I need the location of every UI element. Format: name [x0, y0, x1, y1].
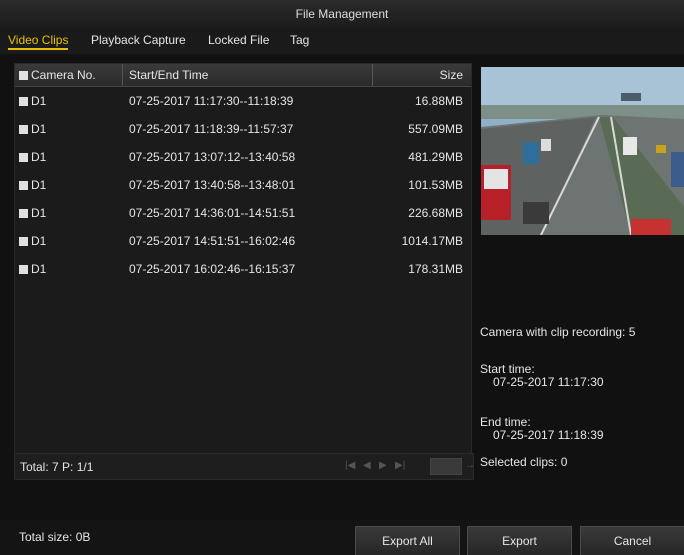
table-row[interactable]: D1 07-25-2017 13:40:58--13:48:01 101.53M…: [15, 171, 471, 199]
end-time-label: End time:: [480, 415, 531, 429]
table-row[interactable]: D1 07-25-2017 13:07:12--13:40:58 481.29M…: [15, 143, 471, 171]
table-row[interactable]: D1 07-25-2017 11:17:30--11:18:39 16.88MB: [15, 87, 471, 115]
row-size: 1014.17MB: [401, 234, 463, 248]
row-size: 481.29MB: [408, 150, 463, 164]
pagination-bar: Total: 7 P: 1/1 |◀ ◀ ▶ ▶| →: [14, 453, 475, 480]
header-divider: [122, 64, 123, 86]
next-page-icon[interactable]: ▶: [379, 460, 387, 471]
export-all-button[interactable]: Export All: [355, 526, 460, 555]
selected-clips: Selected clips: 0: [480, 455, 568, 469]
camera-label: D1: [31, 206, 47, 220]
clip-preview-image: [481, 67, 684, 235]
camera-label: D1: [31, 234, 47, 248]
tab-tag[interactable]: Tag: [290, 33, 309, 47]
header-camera-label: Camera No.: [31, 68, 96, 82]
row-size: 226.68MB: [408, 206, 463, 220]
start-time-label: Start time:: [480, 362, 535, 376]
row-camera: D1: [19, 178, 46, 192]
row-checkbox[interactable]: [19, 125, 28, 134]
row-size: 178.31MB: [408, 262, 463, 276]
row-checkbox[interactable]: [19, 265, 28, 274]
row-camera: D1: [19, 234, 46, 248]
row-size: 557.09MB: [408, 122, 463, 136]
highway-thumbnail: [481, 67, 684, 235]
row-camera: D1: [19, 262, 46, 276]
end-time-value: 07-25-2017 11:18:39: [493, 428, 604, 442]
row-time: 07-25-2017 11:17:30--11:18:39: [129, 94, 294, 108]
row-camera: D1: [19, 122, 46, 136]
camera-label: D1: [31, 150, 47, 164]
row-size: 101.53MB: [408, 178, 463, 192]
row-time: 07-25-2017 14:36:01--14:51:51: [129, 206, 296, 220]
go-page-icon[interactable]: →: [465, 460, 475, 471]
prev-page-icon[interactable]: ◀: [363, 460, 371, 471]
clip-table: Camera No. Start/End Time Size D1 07-25-…: [14, 63, 472, 455]
table-row[interactable]: D1 07-25-2017 16:02:46--16:15:37 178.31M…: [15, 255, 471, 283]
tab-bar: Video Clips Playback Capture Locked File…: [0, 28, 684, 54]
camera-label: D1: [31, 178, 47, 192]
tab-locked-file[interactable]: Locked File: [208, 33, 269, 47]
first-page-icon[interactable]: |◀: [345, 460, 355, 471]
header-time: Start/End Time: [129, 68, 209, 82]
camera-label: D1: [31, 122, 47, 136]
tab-video-clips[interactable]: Video Clips: [8, 33, 69, 50]
camera-label: D1: [31, 94, 47, 108]
row-time: 07-25-2017 13:07:12--13:40:58: [129, 150, 296, 164]
select-all-checkbox[interactable]: [19, 71, 28, 80]
tab-playback-capture[interactable]: Playback Capture: [91, 33, 186, 47]
table-row[interactable]: D1 07-25-2017 14:51:51--16:02:46 1014.17…: [15, 227, 471, 255]
row-time: 07-25-2017 13:40:58--13:48:01: [129, 178, 296, 192]
row-camera: D1: [19, 150, 46, 164]
row-checkbox[interactable]: [19, 237, 28, 246]
row-camera: D1: [19, 94, 46, 108]
row-size: 16.88MB: [414, 94, 463, 108]
table-row[interactable]: D1 07-25-2017 11:18:39--11:57:37 557.09M…: [15, 115, 471, 143]
row-checkbox[interactable]: [19, 181, 28, 190]
row-time: 07-25-2017 16:02:46--16:15:37: [129, 262, 296, 276]
row-camera: D1: [19, 206, 46, 220]
camera-count: Camera with clip recording: 5: [480, 325, 636, 339]
total-size: Total size: 0B: [19, 530, 91, 544]
table-header: Camera No. Start/End Time Size: [15, 64, 471, 87]
row-checkbox[interactable]: [19, 97, 28, 106]
start-time-value: 07-25-2017 11:17:30: [493, 375, 604, 389]
row-time: 07-25-2017 11:18:39--11:57:37: [129, 122, 294, 136]
table-row[interactable]: D1 07-25-2017 14:36:01--14:51:51 226.68M…: [15, 199, 471, 227]
row-checkbox[interactable]: [19, 153, 28, 162]
cancel-button[interactable]: Cancel: [580, 526, 684, 555]
row-checkbox[interactable]: [19, 209, 28, 218]
header-divider: [372, 64, 373, 86]
window-title: File Management: [0, 0, 684, 29]
header-camera: Camera No.: [19, 68, 96, 82]
row-time: 07-25-2017 14:51:51--16:02:46: [129, 234, 296, 248]
export-button[interactable]: Export: [467, 526, 572, 555]
camera-label: D1: [31, 262, 47, 276]
last-page-icon[interactable]: ▶|: [395, 460, 405, 471]
page-input[interactable]: [430, 458, 462, 475]
total-count: Total: 7 P: 1/1: [20, 460, 94, 474]
header-size: Size: [439, 68, 463, 82]
